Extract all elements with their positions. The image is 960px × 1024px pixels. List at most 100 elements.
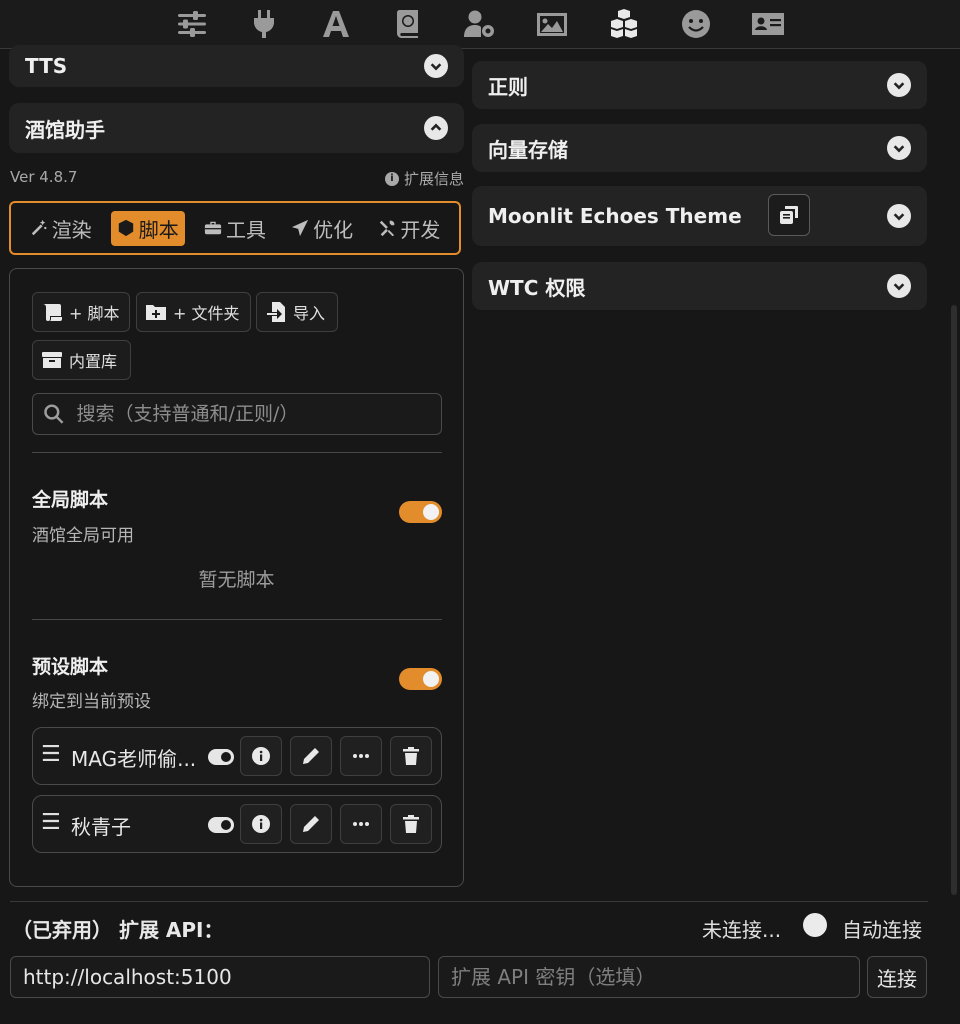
file-import-icon: [267, 302, 285, 322]
script-search[interactable]: [32, 393, 442, 435]
chevron-down-icon[interactable]: [887, 204, 911, 228]
add-folder-label: + 文件夹: [173, 304, 240, 323]
preset-scripts-subtitle: 绑定到当前预设: [32, 692, 151, 712]
empty-scripts-text: 暂无脚本: [198, 569, 275, 591]
tab-tools[interactable]: 工具: [198, 211, 272, 246]
top-toolbar: [0, 0, 960, 49]
info-icon: i: [384, 171, 399, 186]
drag-handle-icon[interactable]: ☰: [41, 742, 61, 767]
global-scripts-subtitle: 酒馆全局可用: [32, 526, 134, 546]
preset-scripts-toggle[interactable]: [399, 668, 442, 690]
tab-label: 渲染: [51, 217, 92, 242]
tab-label: 开发: [400, 217, 441, 242]
sliders-icon[interactable]: [156, 4, 228, 44]
drawer-helper[interactable]: 酒馆助手: [9, 103, 464, 153]
auto-connect-radio[interactable]: [803, 913, 827, 937]
divider: [32, 452, 442, 453]
image-icon[interactable]: [516, 4, 588, 44]
script-enable-toggle[interactable]: [208, 749, 234, 765]
drawer-wtc-permission[interactable]: WTC 权限: [472, 262, 927, 310]
search-input[interactable]: [74, 402, 431, 426]
pencil-icon: [303, 748, 319, 764]
drawer-vector-storage[interactable]: 向量存储: [472, 124, 927, 172]
global-scripts-title: 全局脚本: [32, 489, 109, 511]
global-scripts-toggle[interactable]: [399, 501, 442, 523]
toolbox-icon: [204, 221, 222, 235]
scroll-icon: [43, 304, 62, 321]
more-button[interactable]: [340, 804, 382, 844]
info-circle-icon: [252, 747, 270, 765]
wand-icon: [31, 219, 47, 236]
delete-button[interactable]: [390, 736, 432, 776]
pencil-icon: [303, 816, 319, 832]
api-key-input[interactable]: [438, 956, 860, 998]
smile-icon[interactable]: [660, 4, 732, 44]
extension-api-label: （已弃用） 扩展 API：: [12, 918, 224, 942]
tab-label: 工具: [225, 217, 266, 242]
helper-tabs: 渲染 脚本 工具 优化 开发: [9, 201, 461, 255]
import-button[interactable]: 导入: [256, 292, 338, 332]
search-icon: [44, 404, 64, 424]
ellipsis-icon: [353, 822, 369, 826]
add-folder-button[interactable]: + 文件夹: [136, 292, 251, 332]
tab-develop[interactable]: 开发: [372, 211, 446, 246]
trash-icon: [403, 815, 419, 833]
import-label: 导入: [293, 304, 326, 323]
copy-icon: [780, 206, 798, 224]
ext-info-link[interactable]: i 扩展信息: [384, 168, 464, 189]
script-enable-toggle[interactable]: [208, 817, 234, 833]
more-button[interactable]: [340, 736, 382, 776]
add-script-label: + 脚本: [69, 304, 120, 323]
connection-status: 未连接...: [702, 918, 782, 942]
api-url-input[interactable]: [10, 956, 430, 998]
chevron-down-icon[interactable]: [887, 73, 911, 97]
builtin-library-button[interactable]: 内置库: [32, 340, 131, 380]
ext-info-label: 扩展信息: [403, 170, 464, 188]
info-button[interactable]: [240, 804, 282, 844]
plug-icon[interactable]: [228, 4, 300, 44]
drawer-title-helper: 酒馆助手: [25, 117, 105, 142]
id-card-icon[interactable]: [732, 4, 804, 44]
drawer-tts[interactable]: TTS: [9, 45, 464, 87]
trash-icon: [403, 747, 419, 765]
cube-icon: [118, 219, 133, 237]
script-panel: + 脚本 + 文件夹 导入 内置库 全局脚本 酒馆全局可用 暂无脚本 预设脚本 …: [9, 268, 464, 887]
connect-button[interactable]: 连接: [867, 956, 927, 998]
chevron-down-icon[interactable]: [887, 274, 911, 298]
tab-label: 脚本: [138, 217, 179, 242]
drawer-title-wtc: WTC 权限: [488, 275, 586, 300]
scrollbar[interactable]: [951, 305, 957, 895]
send-icon: [292, 219, 309, 237]
folder-plus-icon: [146, 305, 166, 320]
drawer-title-tts: TTS: [25, 54, 68, 78]
theme-copy-button[interactable]: [768, 194, 810, 236]
preset-scripts-title: 预设脚本: [32, 656, 109, 678]
book-icon[interactable]: [372, 4, 444, 44]
chevron-up-icon[interactable]: [424, 116, 448, 140]
info-button[interactable]: [240, 736, 282, 776]
tools-icon: [380, 220, 395, 237]
script-item: ☰ 秋青子: [32, 795, 442, 853]
drawer-moonlit-theme[interactable]: Moonlit Echoes Theme: [472, 186, 927, 246]
drawer-title-regex: 正则: [488, 74, 528, 99]
tab-render[interactable]: 渲染: [24, 211, 98, 246]
builtin-library-label: 内置库: [69, 352, 118, 371]
edit-button[interactable]: [290, 804, 332, 844]
chevron-down-icon[interactable]: [887, 136, 911, 160]
add-script-button[interactable]: + 脚本: [32, 292, 130, 332]
drawer-regex[interactable]: 正则: [472, 61, 927, 109]
delete-button[interactable]: [390, 804, 432, 844]
script-item: ☰ MAG老师偷...: [32, 727, 442, 785]
chevron-down-icon[interactable]: [424, 54, 448, 78]
archive-icon: [42, 352, 62, 368]
user-gear-icon[interactable]: [444, 4, 516, 44]
edit-button[interactable]: [290, 736, 332, 776]
cubes-icon[interactable]: [588, 4, 660, 44]
font-icon[interactable]: [300, 4, 372, 44]
script-name: 秋青子: [71, 815, 131, 839]
divider: [32, 619, 442, 620]
info-circle-icon: [252, 815, 270, 833]
drag-handle-icon[interactable]: ☰: [41, 810, 61, 835]
tab-optimize[interactable]: 优化: [285, 211, 359, 246]
tab-script[interactable]: 脚本: [110, 210, 185, 246]
